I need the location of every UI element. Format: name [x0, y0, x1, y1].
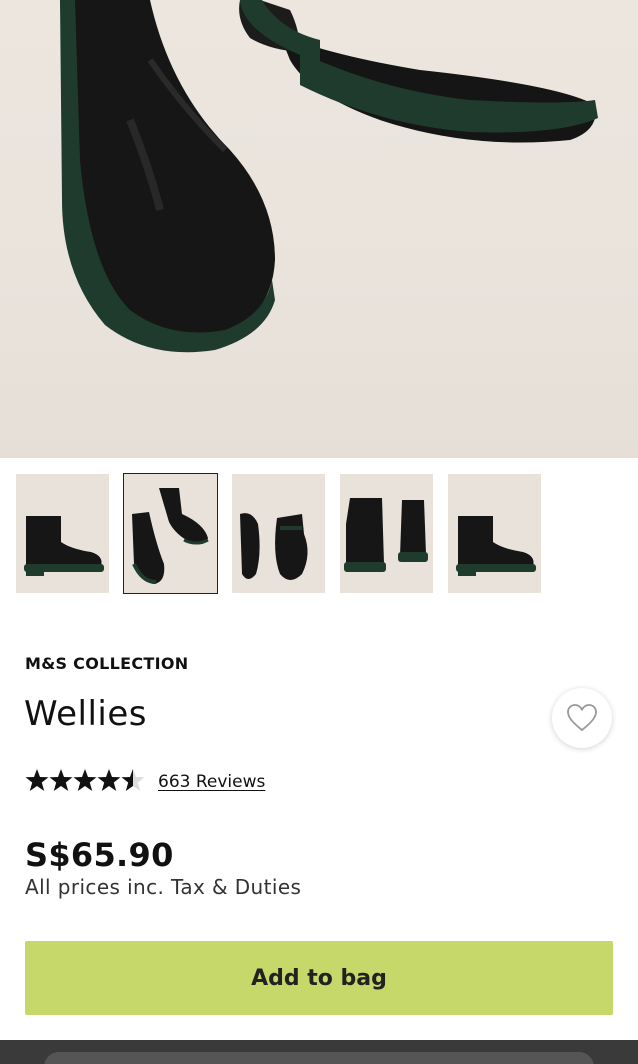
star-icon-3 — [73, 769, 97, 791]
star-rating — [25, 769, 145, 791]
product-main-image[interactable] — [0, 0, 638, 458]
browser-bottom-bar — [0, 1040, 638, 1064]
star-icon-5 — [121, 769, 145, 791]
tax-note: All prices inc. Tax & Duties — [25, 875, 302, 899]
thumbnail-4[interactable] — [340, 474, 433, 593]
star-icon-2 — [49, 769, 73, 791]
product-price: S$65.90 — [25, 836, 174, 874]
star-icon-4 — [97, 769, 121, 791]
thumbnail-3[interactable] — [232, 474, 325, 593]
product-title: Wellies — [24, 694, 148, 734]
wishlist-button[interactable] — [552, 688, 612, 748]
thumbnail-5[interactable] — [448, 474, 541, 593]
heart-icon — [567, 704, 597, 732]
brand-label: M&S COLLECTION — [25, 654, 189, 673]
thumbnail-strip — [0, 473, 638, 595]
boot-pair-image — [60, 0, 598, 353]
address-bar[interactable] — [44, 1052, 594, 1064]
rating-row: 663 Reviews — [25, 768, 345, 798]
thumbnail-2[interactable] — [123, 473, 218, 594]
add-to-bag-button[interactable]: Add to bag — [25, 941, 613, 1015]
star-icon-1 — [25, 769, 49, 791]
reviews-link[interactable]: 663 Reviews — [158, 772, 265, 792]
thumbnail-1[interactable] — [16, 474, 109, 593]
